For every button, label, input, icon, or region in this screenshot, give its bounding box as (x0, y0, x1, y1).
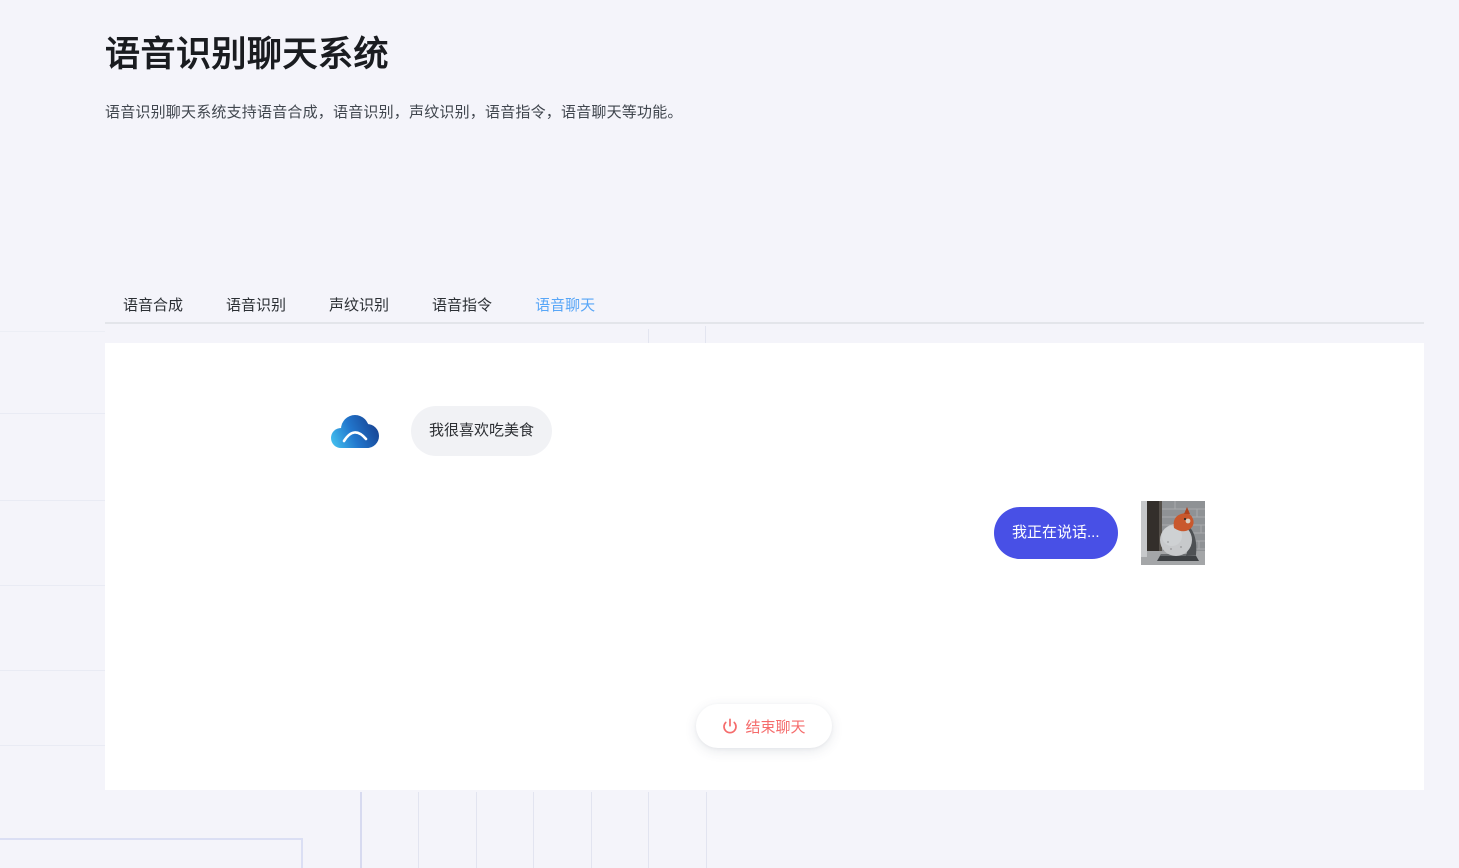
tab-speech-recognition[interactable]: 语音识别 (226, 295, 286, 317)
background-row-line (0, 413, 105, 414)
bot-avatar (321, 398, 387, 464)
tab-voiceprint-recognition[interactable]: 声纹识别 (329, 295, 389, 317)
bird-statue-photo (1141, 501, 1205, 565)
user-message-bubble: 我正在说话... (994, 507, 1118, 559)
background-column-line (648, 792, 649, 868)
background-column-line (418, 792, 419, 868)
user-avatar (1141, 501, 1205, 565)
tab-voice-chat[interactable]: 语音聊天 (535, 295, 595, 317)
power-icon (722, 718, 738, 734)
chat-panel: 我很喜欢吃美食 我正在说话... (105, 343, 1424, 790)
tab-speech-synthesis[interactable]: 语音合成 (123, 295, 183, 317)
background-column-line (533, 792, 534, 868)
background-column-line (705, 326, 706, 343)
background-column-line (648, 329, 649, 343)
tab-bar-divider (105, 322, 1424, 324)
background-row-line (0, 331, 105, 332)
background-row-line (0, 745, 105, 746)
background-column-line (706, 792, 707, 868)
background-row-line (0, 670, 105, 671)
page-subtitle: 语音识别聊天系统支持语音合成，语音识别，声纹识别，语音指令，语音聊天等功能。 (105, 101, 683, 122)
page-title: 语音识别聊天系统 (105, 26, 389, 77)
tab-voice-command[interactable]: 语音指令 (432, 295, 492, 317)
cloud-icon (321, 398, 387, 464)
end-chat-button[interactable]: 结束聊天 (696, 704, 832, 748)
background-column-line (591, 792, 592, 868)
background-panel-outline (0, 838, 303, 868)
background-row-line (0, 500, 105, 501)
bot-message-bubble: 我很喜欢吃美食 (411, 406, 552, 456)
tab-bar: 语音合成 语音识别 声纹识别 语音指令 语音聊天 (123, 295, 595, 317)
end-chat-label: 结束聊天 (745, 716, 805, 737)
background-row-line (0, 585, 105, 586)
background-column-line (476, 792, 477, 868)
background-column-line (360, 792, 362, 868)
